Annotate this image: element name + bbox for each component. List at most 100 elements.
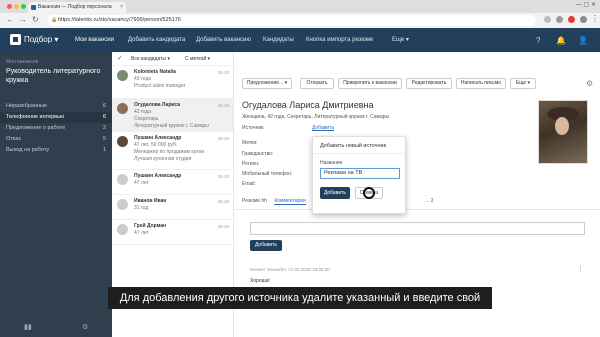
popup-divider bbox=[313, 153, 405, 154]
profile-icon[interactable] bbox=[580, 16, 587, 23]
star-icon[interactable] bbox=[544, 16, 551, 23]
gear-icon[interactable]: ⚙ bbox=[82, 323, 88, 331]
list-filter-bar: ✓ Все кандидаты ▾ С меткой ▾ bbox=[112, 52, 233, 66]
address-bar[interactable]: 🔒 https://talentix.ru/sto/vacancy/7999/p… bbox=[48, 15, 536, 26]
stage-item[interactable]: Телефонное интервью 6 bbox=[0, 112, 112, 123]
check-circle-icon[interactable]: ✓ bbox=[117, 52, 123, 66]
avatar bbox=[117, 199, 128, 210]
candidate-company: Литературный кружок г. Самары bbox=[134, 123, 209, 129]
lock-icon: 🔒 bbox=[51, 17, 58, 23]
edit-button[interactable]: Редактировать bbox=[406, 78, 452, 89]
browser-chrome: Вакансии — Подбор персонала × — ▢ ✕ ← → … bbox=[0, 0, 600, 28]
logo-text: Подбор bbox=[24, 35, 53, 44]
bell-icon[interactable]: 🔔 bbox=[556, 36, 566, 45]
comment-menu-icon[interactable]: ⋮ bbox=[577, 265, 584, 273]
attach-vacancy-button[interactable]: Прикрепить к вакансии bbox=[338, 78, 402, 89]
nav-more[interactable]: Еще ▾ bbox=[392, 28, 409, 52]
candidate-list-item[interactable]: Пушкин Александр 47 лет, 50 000 руб. Мен… bbox=[112, 132, 233, 170]
close-window-icon[interactable] bbox=[7, 4, 12, 9]
candidate-position: Менеджер по продажам кухни bbox=[134, 149, 205, 155]
extension-badge-icon[interactable] bbox=[568, 16, 575, 23]
logo-icon bbox=[10, 34, 21, 46]
avatar bbox=[117, 174, 128, 185]
candidate-date: 20.10 bbox=[217, 174, 229, 179]
tags-label: Метки: bbox=[242, 140, 258, 146]
nav-add-candidate[interactable]: Добавить кандидата bbox=[128, 28, 185, 52]
stage-count: 6 bbox=[102, 103, 106, 109]
offer-button[interactable]: Предложение... ▾ bbox=[242, 78, 292, 89]
nav-candidates[interactable]: Кандидаты bbox=[263, 28, 294, 52]
popup-add-button[interactable]: Добавить bbox=[320, 187, 350, 199]
close-tab-icon[interactable]: × bbox=[120, 2, 123, 13]
maximize-window-icon[interactable] bbox=[21, 4, 26, 9]
candidate-age: 31 год bbox=[134, 205, 149, 211]
candidate-age: 47 лет bbox=[134, 180, 149, 186]
candidate-photo bbox=[538, 100, 588, 164]
nav-my-vacancies[interactable]: Мои вакансии bbox=[75, 28, 114, 54]
extension-icon[interactable] bbox=[556, 16, 563, 23]
candidate-list-item[interactable]: Kolomiets Natalia 43 года Product sales … bbox=[112, 66, 233, 99]
comment-input[interactable] bbox=[250, 222, 585, 235]
add-source-link[interactable]: Добавить bbox=[312, 125, 334, 131]
window-menu-icon[interactable]: — ▢ ✕ bbox=[576, 1, 596, 8]
stage-item[interactable]: Предложение о работе 2 bbox=[0, 123, 112, 134]
browser-menu-icon[interactable]: ⋮ bbox=[591, 14, 599, 23]
stage-count: 5 bbox=[102, 136, 106, 142]
help-icon[interactable]: ? bbox=[536, 36, 540, 45]
nav-add-vacancy[interactable]: Добавить вакансию bbox=[196, 28, 251, 52]
candidate-list-item[interactable]: Иванов Иван 31 год 20.10 bbox=[112, 195, 233, 220]
candidate-list-item[interactable]: Пушкин Александр 47 лет 20.10 bbox=[112, 170, 233, 195]
minimize-window-icon[interactable] bbox=[14, 4, 19, 9]
url-text: https://talentix.ru/sto/vacancy/7999/per… bbox=[58, 17, 181, 23]
candidate-age: 43 года bbox=[134, 76, 152, 82]
tab-resume[interactable]: Резюме hh bbox=[242, 198, 267, 204]
tab-comments[interactable]: Комментарии bbox=[274, 198, 306, 205]
add-source-popup: Добавить новый источник Название Реклама… bbox=[312, 136, 406, 214]
reload-icon[interactable]: ↻ bbox=[32, 15, 39, 24]
stats-icon[interactable]: ▮▮ bbox=[24, 323, 32, 331]
stage-label: Предложение о работе bbox=[6, 125, 66, 131]
sidebar: Моя вакансия Руководитель литературного … bbox=[0, 52, 112, 337]
forward-icon[interactable]: → bbox=[19, 15, 27, 24]
reject-button[interactable]: Отказать bbox=[300, 78, 334, 89]
avatar bbox=[117, 224, 128, 235]
stage-item[interactable]: Выход на работу 1 bbox=[0, 145, 112, 156]
region-label: Регион: bbox=[242, 161, 260, 167]
tab-strip: Вакансии — Подбор персонала × — ▢ ✕ bbox=[0, 0, 600, 13]
top-navigation: Подбор ▾ Мои вакансии Добавить кандидата… bbox=[0, 28, 600, 54]
candidate-age: 47 лет bbox=[134, 230, 149, 236]
candidate-date: 20.10 bbox=[217, 103, 229, 108]
comment-text: Хороша! bbox=[250, 278, 270, 284]
phone-label: Мобильный телефон: bbox=[242, 171, 293, 177]
add-comment-button[interactable]: Добавить bbox=[250, 240, 282, 251]
comment-author: Бенжет Элизабет, 01.02.2018 16:38:30 bbox=[250, 267, 330, 272]
nav-import-resume[interactable]: Кнопка импорта резюме bbox=[306, 28, 373, 52]
candidate-list-item[interactable]: Огудалова Лариса 42 года Секретарь Литер… bbox=[112, 99, 233, 132]
candidate-list-item[interactable]: Грей Дорман 47 лет 20.10 bbox=[112, 220, 233, 245]
user-icon[interactable]: 👤 bbox=[578, 36, 588, 45]
tab-more[interactable]: ... 2 bbox=[425, 198, 433, 204]
stage-item[interactable]: Отказ 5 bbox=[0, 134, 112, 145]
stage-label: Телефонное интервью bbox=[6, 114, 65, 120]
filter-all-label: Все кандидаты bbox=[131, 56, 167, 62]
source-name-input[interactable]: Реклама на ТВ bbox=[320, 168, 400, 179]
settings-icon[interactable]: ⚙ bbox=[586, 79, 593, 88]
window-controls bbox=[7, 4, 28, 11]
sidebar-subtitle: Моя вакансия bbox=[6, 59, 39, 65]
filter-all[interactable]: Все кандидаты ▾ bbox=[131, 52, 170, 66]
candidate-info: Женщина, 42 года, Секретарь, Литературны… bbox=[242, 114, 390, 120]
stage-count: 2 bbox=[102, 125, 106, 131]
candidate-date: 20.10 bbox=[217, 224, 229, 229]
candidate-age: 47 лет, 50 000 руб. bbox=[134, 142, 178, 148]
candidate-date: 20.10 bbox=[217, 70, 229, 75]
offer-button-label: Предложение... bbox=[246, 80, 284, 86]
address-row: ← → ↻ 🔒 https://talentix.ru/sto/vacancy/… bbox=[0, 13, 600, 28]
app-logo[interactable]: Подбор ▾ bbox=[10, 34, 58, 46]
avatar bbox=[117, 103, 128, 114]
stage-item[interactable]: Неразобранные 6 bbox=[0, 101, 112, 112]
filter-tag[interactable]: С меткой ▾ bbox=[185, 52, 210, 66]
back-icon[interactable]: ← bbox=[6, 15, 14, 24]
write-email-button[interactable]: Написать письмо bbox=[456, 78, 506, 89]
browser-tab[interactable]: Вакансии — Подбор персонала × bbox=[28, 2, 126, 13]
more-button[interactable]: Еще ▾ bbox=[510, 78, 536, 89]
